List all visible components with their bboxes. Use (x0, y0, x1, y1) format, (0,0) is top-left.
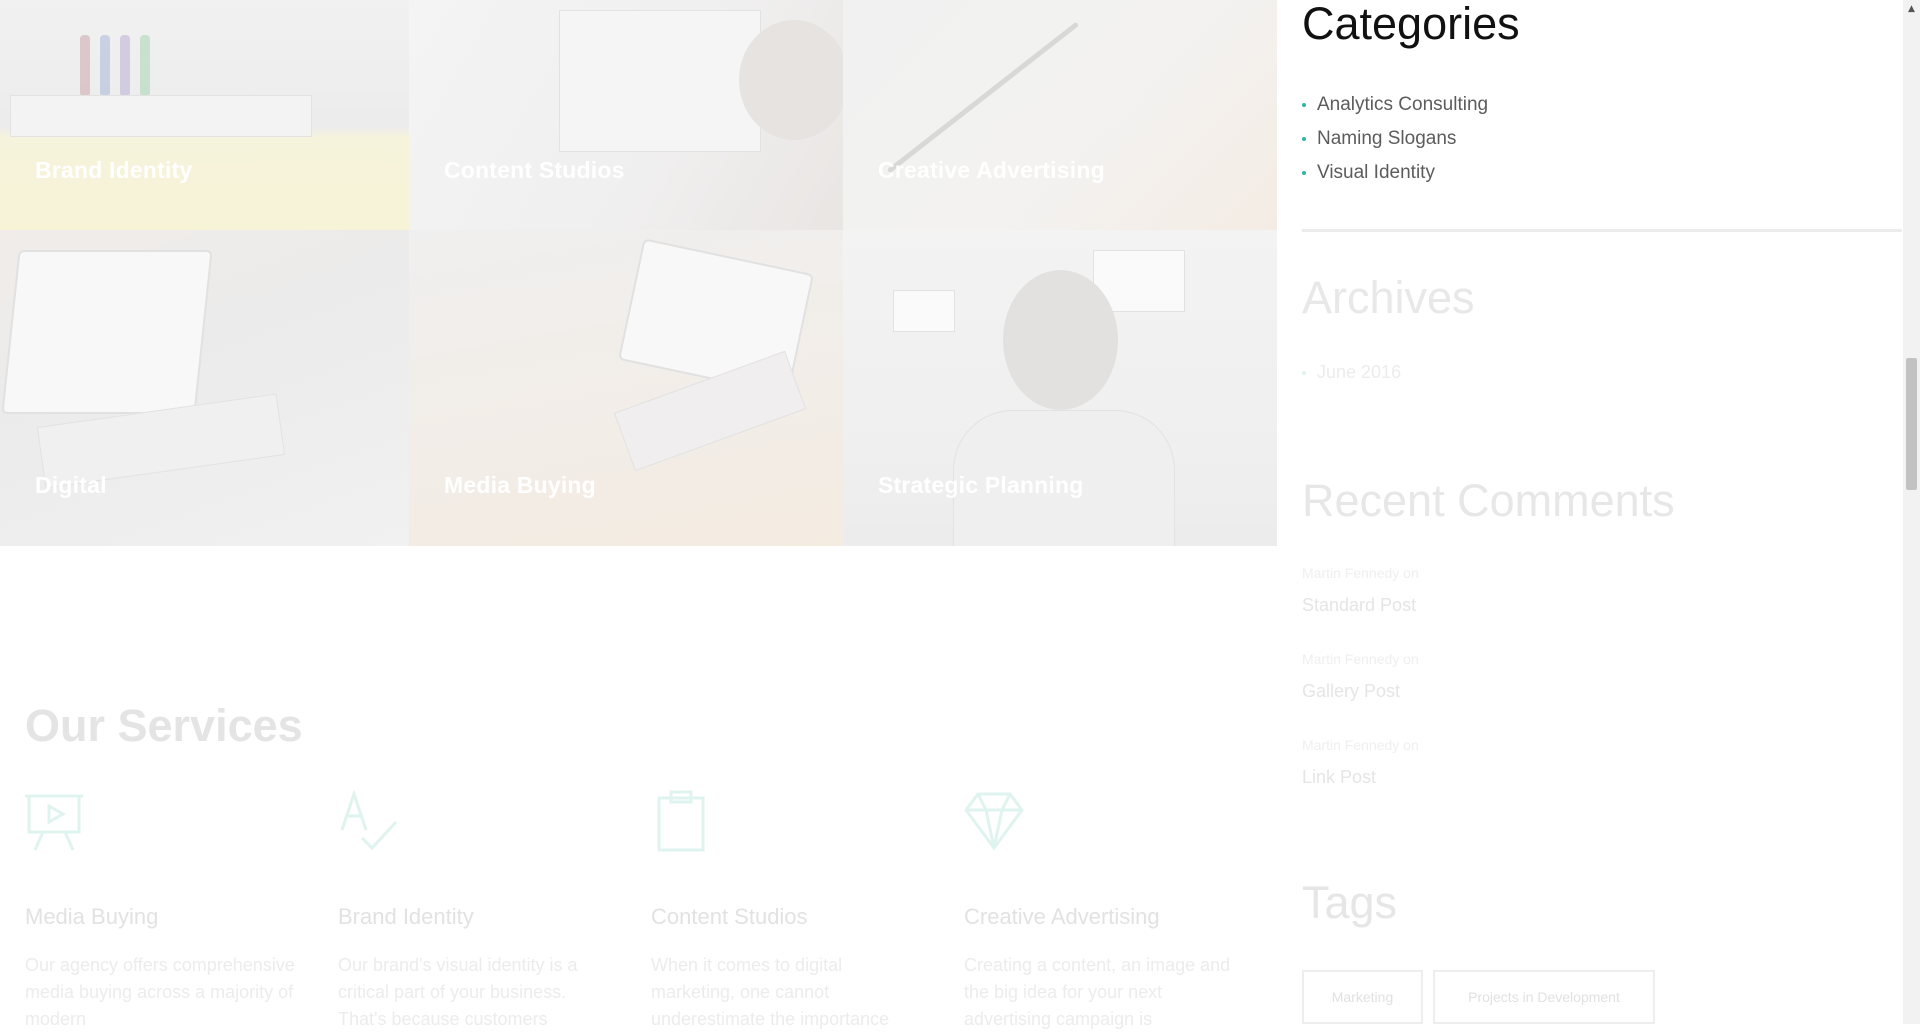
marker-decoration (80, 35, 90, 95)
service-description: Our agency offers comprehensive media bu… (25, 955, 295, 1029)
tile-label: Creative Advertising (878, 157, 1105, 183)
portfolio-tile-digital[interactable]: Digital (0, 230, 409, 546)
service-name: Content Studios (651, 904, 808, 929)
comment-on: on (1403, 737, 1419, 753)
comment-meta: Martin Fennedy on (1302, 737, 1419, 753)
comment-on: on (1403, 565, 1419, 581)
service-name: Brand Identity (338, 904, 474, 929)
marker-decoration (100, 35, 110, 95)
service-media-buying: Media Buying Our agency offers comprehen… (25, 790, 295, 1033)
service-description: Creating a content, an image and the big… (964, 955, 1231, 1029)
category-link[interactable]: Naming Slogans (1317, 128, 1456, 150)
portfolio-tile-strategic-planning[interactable]: Strategic Planning (843, 230, 1277, 546)
scrollbar-thumb[interactable] (1906, 358, 1917, 490)
whiteboard-decoration (559, 10, 761, 152)
services-title: Our Services (25, 700, 303, 751)
service-description: Our brand's visual identity is a critica… (338, 955, 578, 1029)
portfolio-tile-creative-advertising[interactable]: Creative Advertising (843, 0, 1277, 230)
comment-on: on (1403, 651, 1419, 667)
diamond-icon (964, 792, 1024, 851)
service-content-studios: Content Studios When it comes to digital… (651, 790, 921, 1033)
service-name: Creative Advertising (964, 904, 1160, 929)
sidebar-divider (1302, 229, 1902, 232)
bullet-icon (1302, 103, 1306, 107)
tile-label: Digital (35, 472, 107, 498)
bullet-icon (1302, 171, 1306, 175)
person-decoration (739, 20, 843, 140)
category-link[interactable]: Visual Identity (1317, 162, 1435, 184)
portfolio-tile-media-buying[interactable]: Media Buying (409, 230, 843, 546)
tile-label: Strategic Planning (878, 472, 1084, 498)
category-item[interactable]: Analytics Consulting (1302, 88, 1488, 122)
category-item[interactable]: Naming Slogans (1302, 122, 1488, 156)
comment-post-link[interactable]: Standard Post (1302, 595, 1419, 616)
scroll-up-arrow-icon[interactable]: ▲ (1903, 0, 1920, 17)
spellcheck-icon (340, 789, 398, 851)
clipboard-icon (657, 790, 705, 852)
service-brand-identity: Brand Identity Our brand's visual identi… (338, 789, 608, 1033)
recent-comment: Martin Fennedy on Standard Post (1302, 565, 1419, 616)
archive-link[interactable]: June 2016 (1317, 362, 1401, 383)
archive-item[interactable]: June 2016 (1302, 362, 1401, 383)
tile-label: Media Buying (444, 472, 596, 498)
tile-label: Brand Identity (35, 157, 193, 183)
recent-comment: Martin Fennedy on Link Post (1302, 737, 1419, 788)
portfolio-tile-brand-identity[interactable]: Brand Identity (0, 0, 409, 230)
bullet-icon (1302, 137, 1306, 141)
comment-author[interactable]: Martin Fennedy (1302, 651, 1399, 667)
archives-title: Archives (1302, 272, 1475, 323)
presentation-board-icon (25, 794, 83, 851)
comment-author[interactable]: Martin Fennedy (1302, 737, 1399, 753)
vertical-scrollbar[interactable]: ▲ (1903, 0, 1920, 1024)
recent-comments-title: Recent Comments (1302, 475, 1675, 526)
portfolio-grid: Brand Identity Content Studios Creative … (0, 0, 1277, 546)
comment-post-link[interactable]: Gallery Post (1302, 681, 1419, 702)
recent-comment: Martin Fennedy on Gallery Post (1302, 651, 1419, 702)
category-link[interactable]: Analytics Consulting (1317, 94, 1488, 116)
categories-title: Categories (1302, 0, 1520, 49)
comment-post-link[interactable]: Link Post (1302, 767, 1419, 788)
service-description: When it comes to digital marketing, one … (651, 955, 890, 1029)
tags-title: Tags (1302, 877, 1398, 928)
tag-marketing[interactable]: Marketing (1302, 970, 1423, 1024)
wall-note-decoration (893, 290, 955, 332)
person-decoration (1003, 270, 1118, 410)
tag-projects-in-development[interactable]: Projects in Development (1433, 970, 1655, 1024)
service-creative-advertising: Creative Advertising Creating a content,… (964, 790, 1234, 1033)
marker-decoration (120, 35, 130, 95)
laptop-decoration (1, 250, 213, 414)
category-item[interactable]: Visual Identity (1302, 156, 1488, 190)
comment-author[interactable]: Martin Fennedy (1302, 565, 1399, 581)
sidebar: Categories Analytics Consulting Naming S… (1302, 0, 1902, 1024)
comment-meta: Martin Fennedy on (1302, 651, 1419, 667)
marker-decoration (140, 35, 150, 95)
categories-list: Analytics Consulting Naming Slogans Visu… (1302, 88, 1488, 190)
comment-meta: Martin Fennedy on (1302, 565, 1419, 581)
portfolio-tile-content-studios[interactable]: Content Studios (409, 0, 843, 230)
service-name: Media Buying (25, 904, 159, 929)
bullet-icon (1302, 370, 1306, 375)
shelf-decoration (10, 95, 312, 137)
tile-label: Content Studios (444, 157, 625, 183)
